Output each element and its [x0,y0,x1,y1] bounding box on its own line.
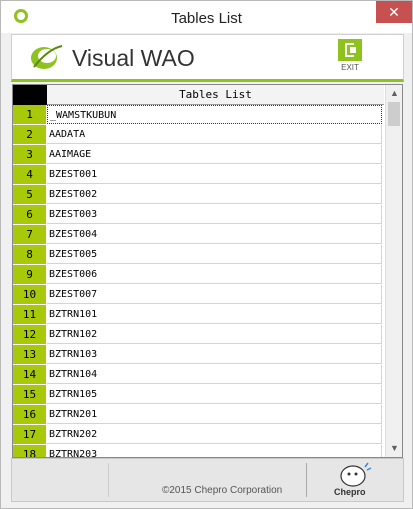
chepro-brand-text: Chepro [334,487,366,497]
table-row[interactable]: 9 BZEST006 [13,265,384,285]
row-number[interactable]: 5 [13,185,47,205]
chepro-mascot-icon [340,462,372,487]
table-name-cell[interactable]: BZTRN201 [47,405,382,424]
row-number[interactable]: 6 [13,205,47,225]
grid-corner[interactable] [13,85,47,105]
scroll-down-arrow-icon[interactable]: ▼ [386,440,402,457]
table-name-cell[interactable]: BZTRN202 [47,425,382,444]
logo-text: Visual WAO [72,45,195,71]
table-name-cell[interactable]: BZEST004 [47,225,382,244]
row-number[interactable]: 2 [13,125,47,145]
table-name-cell[interactable]: BZEST006 [47,265,382,284]
table-row[interactable]: 2 AADATA [13,125,384,145]
row-number[interactable]: 3 [13,145,47,165]
row-number[interactable]: 4 [13,165,47,185]
row-number[interactable]: 16 [13,405,47,425]
table-name-cell[interactable]: BZEST007 [47,285,382,304]
row-number[interactable]: 15 [13,385,47,405]
table-row[interactable]: 7 BZEST004 [13,225,384,245]
tables-grid[interactable]: Tables List 1 _WAMSTKUBUN 2 AADATA 3 AAIMAG… [12,84,403,458]
table-name-cell[interactable]: BZEST005 [47,245,382,264]
row-number[interactable]: 10 [13,285,47,305]
title-bar[interactable]: Tables List ✕ [1,1,412,33]
row-number[interactable]: 12 [13,325,47,345]
scroll-up-arrow-icon[interactable]: ▲ [386,85,402,102]
app-window: Tables List ✕ Visual WAO EXIT Tables Lis… [0,0,413,509]
table-name-cell[interactable]: BZTRN104 [47,365,382,384]
row-number[interactable]: 13 [13,345,47,365]
scrollbar-thumb[interactable] [388,102,400,126]
table-name-cell[interactable]: BZTRN103 [47,345,382,364]
row-number[interactable]: 9 [13,265,47,285]
table-row[interactable]: 14 BZTRN104 [13,365,384,385]
row-number[interactable]: 18 [13,445,47,457]
table-row[interactable]: 8 BZEST005 [13,245,384,265]
visual-wao-logo-icon [31,45,63,69]
exit-icon[interactable] [338,39,362,61]
table-name-cell[interactable]: AADATA [47,125,382,144]
table-name-cell[interactable]: BZEST002 [47,185,382,204]
table-row[interactable]: 18 BZTRN203 [13,445,384,457]
exit-button[interactable]: EXIT [337,39,363,72]
grid-rows: 1 _WAMSTKUBUN 2 AADATA 3 AAIMAGE 4 BZEST001 … [13,105,384,457]
table-row[interactable]: 1 _WAMSTKUBUN [13,105,384,125]
table-row[interactable]: 15 BZTRN105 [13,385,384,405]
table-row[interactable]: 13 BZTRN103 [13,345,384,365]
row-number[interactable]: 11 [13,305,47,325]
table-row[interactable]: 5 BZEST002 [13,185,384,205]
table-name-cell[interactable]: BZTRN203 [47,445,382,457]
copyright-text: ©2015 Chepro Corporation [162,485,283,496]
table-row[interactable]: 17 BZTRN202 [13,425,384,445]
footer-bar: ©2015 Chepro Corporation Chepro [11,458,404,502]
vertical-scrollbar[interactable]: ▲ ▼ [385,85,402,457]
table-name-cell[interactable]: BZTRN101 [47,305,382,324]
table-row[interactable]: 10 BZEST007 [13,285,384,305]
table-name-cell[interactable]: AAIMAGE [47,145,382,164]
table-name-cell[interactable]: BZEST003 [47,205,382,224]
table-name-cell[interactable]: BZTRN105 [47,385,382,404]
table-row[interactable]: 6 BZEST003 [13,205,384,225]
row-number[interactable]: 17 [13,425,47,445]
table-row[interactable]: 11 BZTRN101 [13,305,384,325]
header-banner: Visual WAO EXIT [11,34,404,82]
row-number[interactable]: 7 [13,225,47,245]
footer-divider [306,463,307,497]
row-number[interactable]: 8 [13,245,47,265]
exit-label: EXIT [341,63,359,72]
row-number[interactable]: 14 [13,365,47,385]
close-button[interactable]: ✕ [376,1,412,23]
table-row[interactable]: 12 BZTRN102 [13,325,384,345]
table-row[interactable]: 3 AAIMAGE [13,145,384,165]
column-header-tables-list[interactable]: Tables List [47,85,384,105]
table-name-cell[interactable]: BZEST001 [47,165,382,184]
window-title: Tables List [171,10,242,27]
footer-divider [108,463,109,497]
row-number[interactable]: 1 [13,105,47,125]
table-name-cell[interactable]: _WAMSTKUBUN [47,105,382,124]
table-row[interactable]: 4 BZEST001 [13,165,384,185]
table-name-cell[interactable]: BZTRN102 [47,325,382,344]
table-row[interactable]: 16 BZTRN201 [13,405,384,425]
